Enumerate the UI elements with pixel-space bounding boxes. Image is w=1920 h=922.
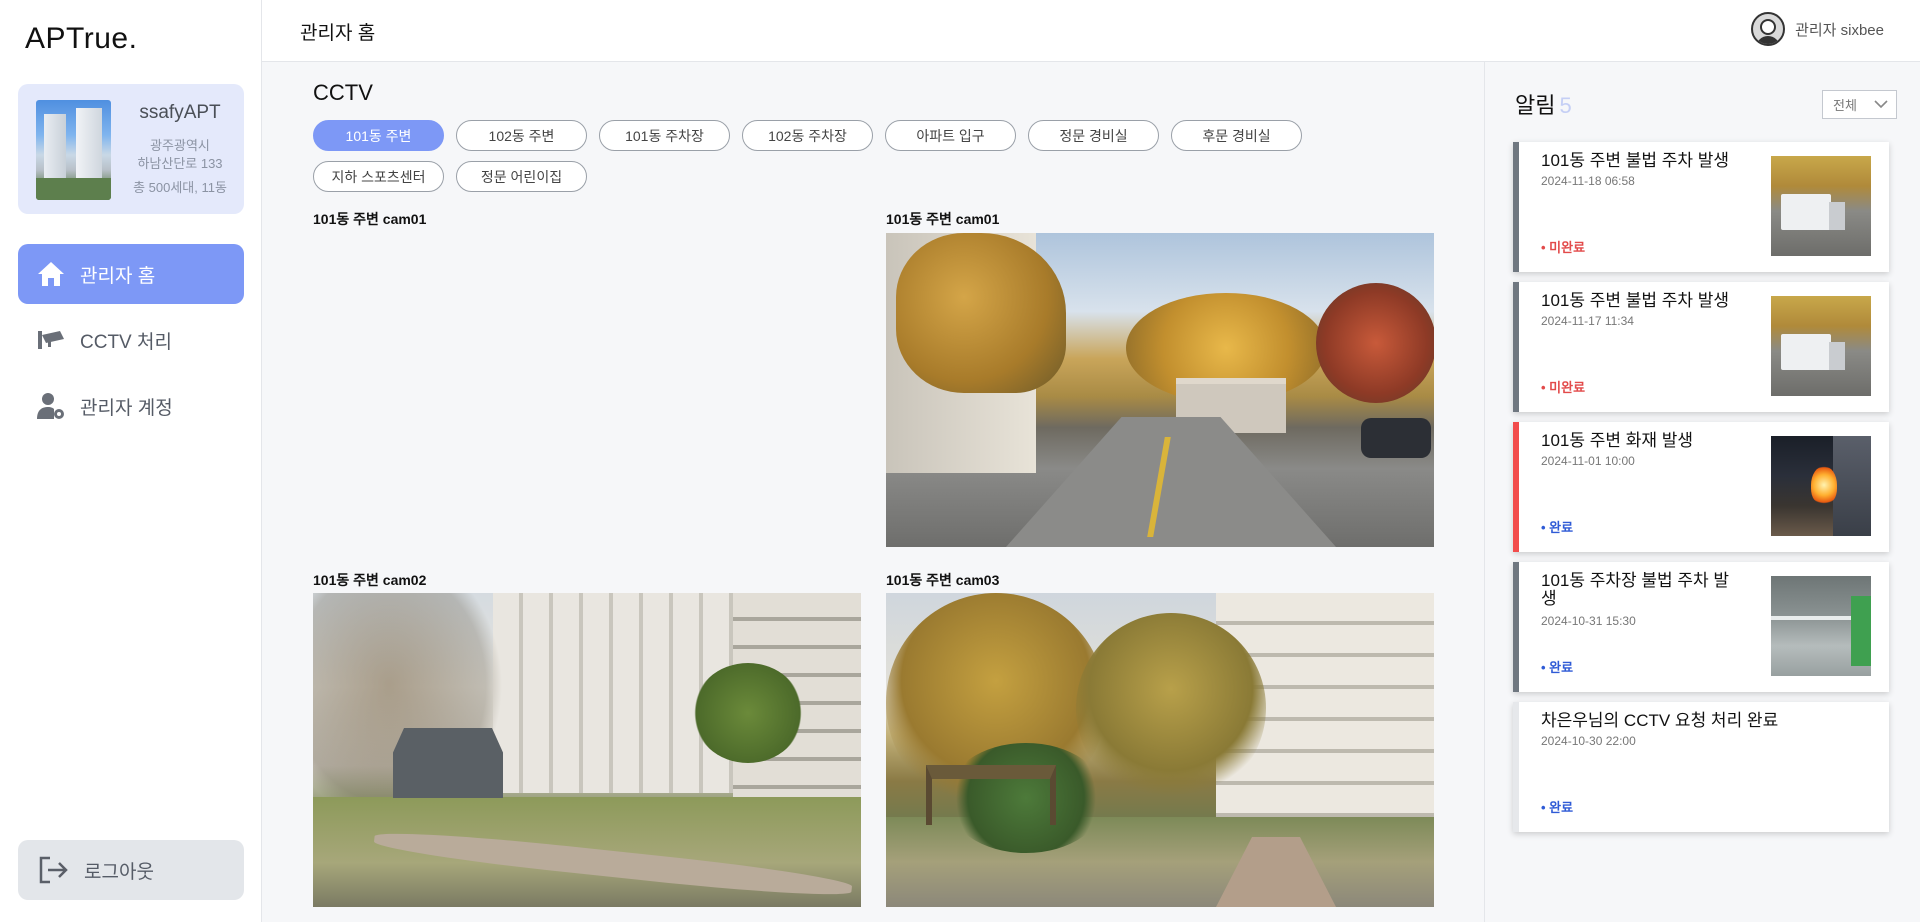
app-logo[interactable]: APTrue. [25, 22, 137, 56]
filter-value: 전체 [1833, 98, 1857, 113]
cam-feed[interactable] [313, 593, 861, 907]
apartment-address: 하남산단로 133 [137, 156, 223, 171]
sidebar-item-label: 관리자 홈 [80, 265, 156, 287]
sidebar-item-admin-home[interactable]: 관리자 홈 [18, 244, 244, 304]
alert-date: 2024-10-31 15:30 [1541, 614, 1636, 628]
apartment-name: ssafyAPT [139, 102, 221, 123]
tab-main-gate-daycare[interactable]: 정문 어린이집 [456, 161, 587, 192]
alert-title: 101동 주변 화재 발생 [1541, 431, 1694, 450]
alert-status: • 완료 [1541, 800, 1574, 815]
alert-status: • 완료 [1541, 660, 1574, 675]
user-menu[interactable]: 관리자 sixbee [1751, 12, 1884, 46]
logout-icon [36, 853, 70, 887]
home-icon [36, 259, 66, 289]
apartment-summary: 총 500세대, 11동 [133, 180, 227, 195]
alert-card[interactable]: 101동 주차장 불법 주차 발생 2024-10-31 15:30 • 완료 [1513, 562, 1889, 692]
alerts-panel: 알림 5 전체 101동 주변 불법 주차 발생 2024-11-18 06:58… [1484, 62, 1920, 922]
apartment-city: 광주광역시 [150, 138, 210, 153]
cam-label: 101동 주변 cam01 [313, 211, 427, 227]
cam-label: 101동 주변 cam01 [886, 211, 1000, 227]
tab-102-parking[interactable]: 102동 주차장 [742, 120, 873, 151]
chevron-down-icon [1874, 97, 1888, 112]
alert-status: • 미완료 [1541, 240, 1586, 255]
cctv-section: CCTV 101동 주변 102동 주변 101동 주차장 102동 주차장 아… [262, 62, 1484, 922]
alerts-title-text: 알림 [1515, 93, 1556, 118]
alerts-title: 알림 5 [1515, 88, 1572, 120]
sidebar-item-label: CCTV 처리 [80, 331, 172, 353]
user-gear-icon [36, 391, 66, 421]
tab-back-gate-guardroom[interactable]: 후문 경비실 [1171, 120, 1302, 151]
logout-label: 로그아웃 [84, 861, 154, 883]
cam-feed-empty[interactable] [313, 233, 861, 547]
alert-date: 2024-11-18 06:58 [1541, 174, 1635, 188]
alert-title: 101동 주변 불법 주차 발생 [1541, 291, 1730, 310]
alert-date: 2024-11-17 11:34 [1541, 314, 1634, 328]
alert-title: 101동 주차장 불법 주차 발생 [1541, 571, 1730, 608]
cam-feed[interactable] [886, 593, 1434, 907]
alert-card[interactable]: 101동 주변 불법 주차 발생 2024-11-17 11:34 • 미완료 [1513, 282, 1889, 412]
apartment-thumbnail [36, 100, 111, 200]
user-name: 관리자 sixbee [1795, 21, 1884, 39]
avatar [1751, 12, 1786, 46]
page-title: 관리자 홈 [300, 23, 376, 44]
sidebar-item-cctv[interactable]: CCTV 처리 [18, 310, 244, 370]
cam-label: 101동 주변 cam02 [313, 572, 427, 588]
cam-feed[interactable] [886, 233, 1434, 547]
alert-card[interactable]: 101동 주변 화재 발생 2024-11-01 10:00 • 완료 [1513, 422, 1889, 552]
alert-thumbnail [1771, 576, 1871, 676]
tab-101-parking[interactable]: 101동 주차장 [599, 120, 730, 151]
alert-card[interactable]: 차은우님의 CCTV 요청 처리 완료 2024-10-30 22:00 • 완… [1513, 702, 1889, 832]
cctv-icon [36, 325, 66, 355]
alerts-count: 5 [1559, 93, 1572, 118]
tab-apartment-entrance[interactable]: 아파트 입구 [885, 120, 1016, 151]
alert-date: 2024-10-30 22:00 [1541, 734, 1636, 748]
alert-status: • 완료 [1541, 520, 1574, 535]
tab-underground-sports-center[interactable]: 지하 스포츠센터 [313, 161, 444, 192]
alert-title: 101동 주변 불법 주차 발생 [1541, 151, 1730, 170]
tab-102-surroundings[interactable]: 102동 주변 [456, 120, 587, 151]
alert-status: • 미완료 [1541, 380, 1586, 395]
alerts-filter-select[interactable]: 전체 [1822, 90, 1897, 119]
cctv-title: CCTV [313, 80, 373, 105]
sidebar: APTrue. ssafyAPT 광주광역시 하남산단로 133 총 500세대… [0, 0, 262, 922]
tab-main-gate-guardroom[interactable]: 정문 경비실 [1028, 120, 1159, 151]
alert-title: 차은우님의 CCTV 요청 처리 완료 [1541, 711, 1779, 730]
tab-101-surroundings[interactable]: 101동 주변 [313, 120, 444, 151]
alert-thumbnail [1771, 296, 1871, 396]
cam-label: 101동 주변 cam03 [886, 572, 1000, 588]
alert-card[interactable]: 101동 주변 불법 주차 발생 2024-11-18 06:58 • 미완료 [1513, 142, 1889, 272]
sidebar-item-label: 관리자 계정 [80, 397, 173, 419]
logout-button[interactable]: 로그아웃 [18, 840, 244, 900]
top-header: 관리자 홈 관리자 sixbee [262, 0, 1920, 62]
alert-thumbnail [1771, 156, 1871, 256]
cctv-location-tabs: 101동 주변 102동 주변 101동 주차장 102동 주차장 아파트 입구… [313, 120, 1373, 192]
alert-date: 2024-11-01 10:00 [1541, 454, 1635, 468]
sidebar-item-admin-account[interactable]: 관리자 계정 [18, 376, 244, 436]
alert-thumbnail [1771, 436, 1871, 536]
apartment-card: ssafyAPT 광주광역시 하남산단로 133 총 500세대, 11동 [18, 84, 244, 214]
